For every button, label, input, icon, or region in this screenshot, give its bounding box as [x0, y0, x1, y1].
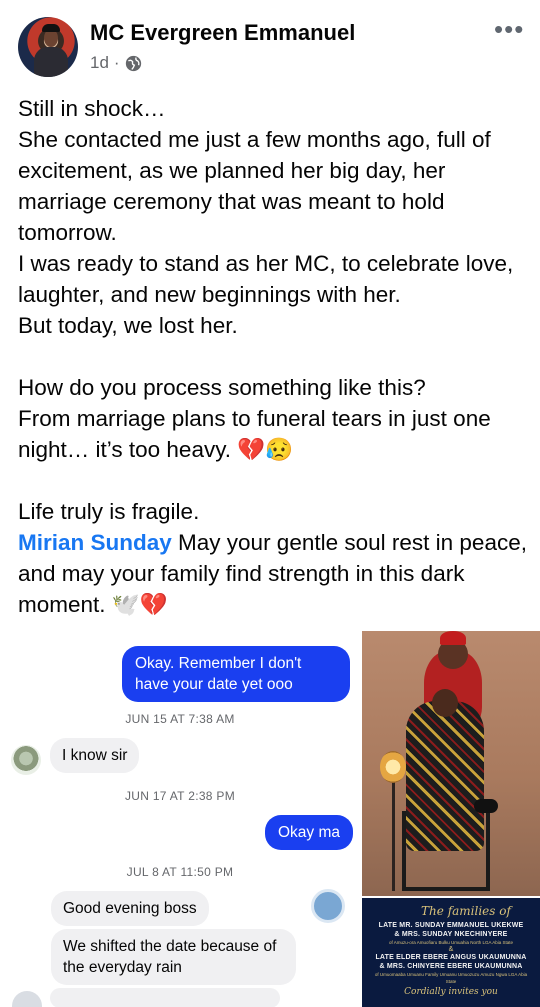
- timestamp: JUL 8 AT 11:50 PM: [126, 865, 234, 879]
- invitation-line: & MRS. CHINYERE EBERE UKAUMUNNA: [379, 963, 523, 970]
- post-body: Still in shock… She contacted me just a …: [18, 93, 533, 620]
- photo-column: The families of LATE MR. SUNDAY EMMANUEL…: [362, 631, 540, 1007]
- paragraph-spacer: [18, 341, 533, 372]
- message-incoming: Good evening boss: [51, 891, 209, 926]
- chair: [402, 811, 490, 891]
- avatar-cap: [42, 24, 60, 32]
- post-time[interactable]: 1d: [90, 53, 109, 73]
- timestamp: JUN 17 AT 2:38 PM: [124, 789, 236, 803]
- chat-screenshot[interactable]: Okay. Remember I don't have your date ye…: [0, 631, 360, 1007]
- invitation-invite: Cordially invites you: [404, 987, 498, 997]
- mention-link[interactable]: Mirian Sunday: [18, 530, 172, 555]
- author-avatar[interactable]: [18, 17, 78, 77]
- man-head: [432, 689, 458, 717]
- lamp-shade: [380, 751, 406, 783]
- meta-separator: ·: [113, 53, 120, 72]
- post-paragraph-4: Mirian Sunday May your gentle soul rest …: [18, 527, 533, 620]
- globe-icon: [125, 55, 141, 71]
- contact-avatar: [12, 991, 42, 1007]
- invitation-subline: of Amuzu-ora Amuofiaru Bulku Umuahia Nor…: [388, 940, 514, 945]
- author-name[interactable]: MC Evergreen Emmanuel: [90, 20, 355, 46]
- post-paragraph-3: Life truly is fragile.: [18, 499, 200, 524]
- paragraph-spacer: [18, 465, 533, 496]
- red-hat: [440, 631, 466, 645]
- post-photo-grid[interactable]: Okay. Remember I don't have your date ye…: [0, 631, 540, 1007]
- invitation-ampersand: &: [448, 946, 454, 953]
- contact-avatar: [11, 745, 41, 775]
- more-horizontal-icon[interactable]: •••: [494, 16, 526, 42]
- invitation-subline: of Umuomaaba Umuanu Family Umuanu Umuozu…: [374, 972, 528, 984]
- avatar-body: [34, 47, 68, 77]
- lamp-stem: [392, 781, 395, 891]
- seen-avatar: [311, 889, 345, 923]
- timestamp: JUN 15 AT 7:38 AM: [125, 712, 235, 726]
- message-incoming-truncated: [50, 988, 280, 1007]
- post-paragraph-1: Still in shock… She contacted me just a …: [18, 96, 514, 338]
- invitation-line: & MRS. SUNDAY NKECHINYERE: [394, 931, 508, 938]
- couple-photo[interactable]: [362, 631, 540, 896]
- invitation-line: LATE ELDER EBERE ANGUS UKAUMUNNA: [375, 954, 527, 961]
- message-incoming: We shifted the date because of the every…: [51, 929, 296, 985]
- message-outgoing: Okay ma: [265, 815, 354, 850]
- post-meta: 1d ·: [90, 53, 142, 73]
- post-header: MC Evergreen Emmanuel 1d · •••: [0, 0, 540, 90]
- post-paragraph-2: How do you process something like this? …: [18, 375, 491, 462]
- shoe: [474, 799, 498, 813]
- message-outgoing: Okay. Remember I don't have your date ye…: [122, 646, 350, 702]
- invitation-heading: The families of: [421, 904, 511, 918]
- invitation-card[interactable]: The families of LATE MR. SUNDAY EMMANUEL…: [362, 898, 540, 1007]
- message-incoming: I know sir: [50, 738, 140, 773]
- invitation-line: LATE MR. SUNDAY EMMANUEL UKEKWE: [378, 922, 524, 929]
